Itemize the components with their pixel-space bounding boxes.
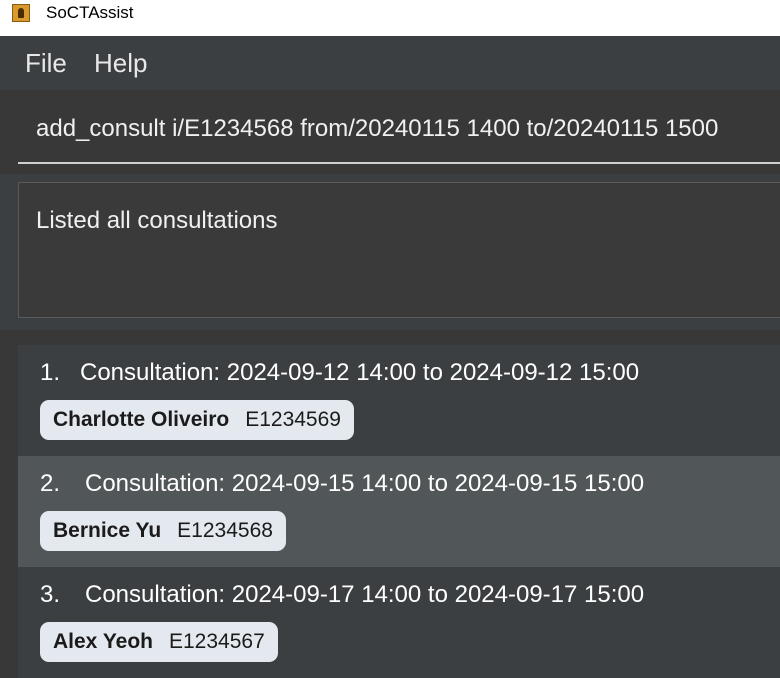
- menu-bar: File Help: [0, 36, 780, 90]
- consultation-card[interactable]: 3. Consultation: 2024-09-17 14:00 to 202…: [18, 567, 780, 678]
- window-title: SoCTAssist: [46, 3, 134, 22]
- command-box: [0, 90, 780, 174]
- consultation-card[interactable]: 2. Consultation: 2024-09-15 14:00 to 202…: [18, 456, 780, 567]
- result-display: Listed all consultations: [18, 182, 780, 318]
- student-tag: Alex Yeoh E1234567: [40, 622, 278, 662]
- menu-help[interactable]: Help: [94, 48, 147, 79]
- app-icon: [12, 4, 30, 22]
- consultation-title: Consultation: 2024-09-17 14:00 to 2024-0…: [85, 581, 645, 608]
- student-id: E1234567: [169, 630, 265, 653]
- student-tag: Bernice Yu E1234568: [40, 511, 286, 551]
- student-id: E1234568: [177, 519, 273, 542]
- consultation-index: 2.: [40, 470, 61, 497]
- student-name: Alex Yeoh: [53, 630, 153, 653]
- result-panel: Listed all consultations: [0, 174, 780, 330]
- student-id: E1234569: [245, 408, 341, 431]
- consultation-title: Consultation: 2024-09-15 14:00 to 2024-0…: [85, 470, 645, 497]
- student-tag: Charlotte Oliveiro E1234569: [40, 400, 354, 440]
- student-name: Bernice Yu: [53, 519, 162, 542]
- result-text: Listed all consultations: [36, 207, 278, 234]
- menu-file[interactable]: File: [25, 48, 67, 79]
- consultation-index: 1.: [40, 359, 61, 386]
- consultation-list[interactable]: 1. Consultation: 2024-09-12 14:00 to 202…: [0, 330, 780, 678]
- student-name: Charlotte Oliveiro: [53, 408, 230, 431]
- command-input[interactable]: [18, 96, 780, 164]
- consultation-title: Consultation: 2024-09-12 14:00 to 2024-0…: [80, 359, 640, 386]
- consultation-card[interactable]: 1. Consultation: 2024-09-12 14:00 to 202…: [18, 345, 780, 456]
- title-bar: SoCTAssist: [0, 0, 780, 36]
- consultation-index: 3.: [40, 581, 61, 608]
